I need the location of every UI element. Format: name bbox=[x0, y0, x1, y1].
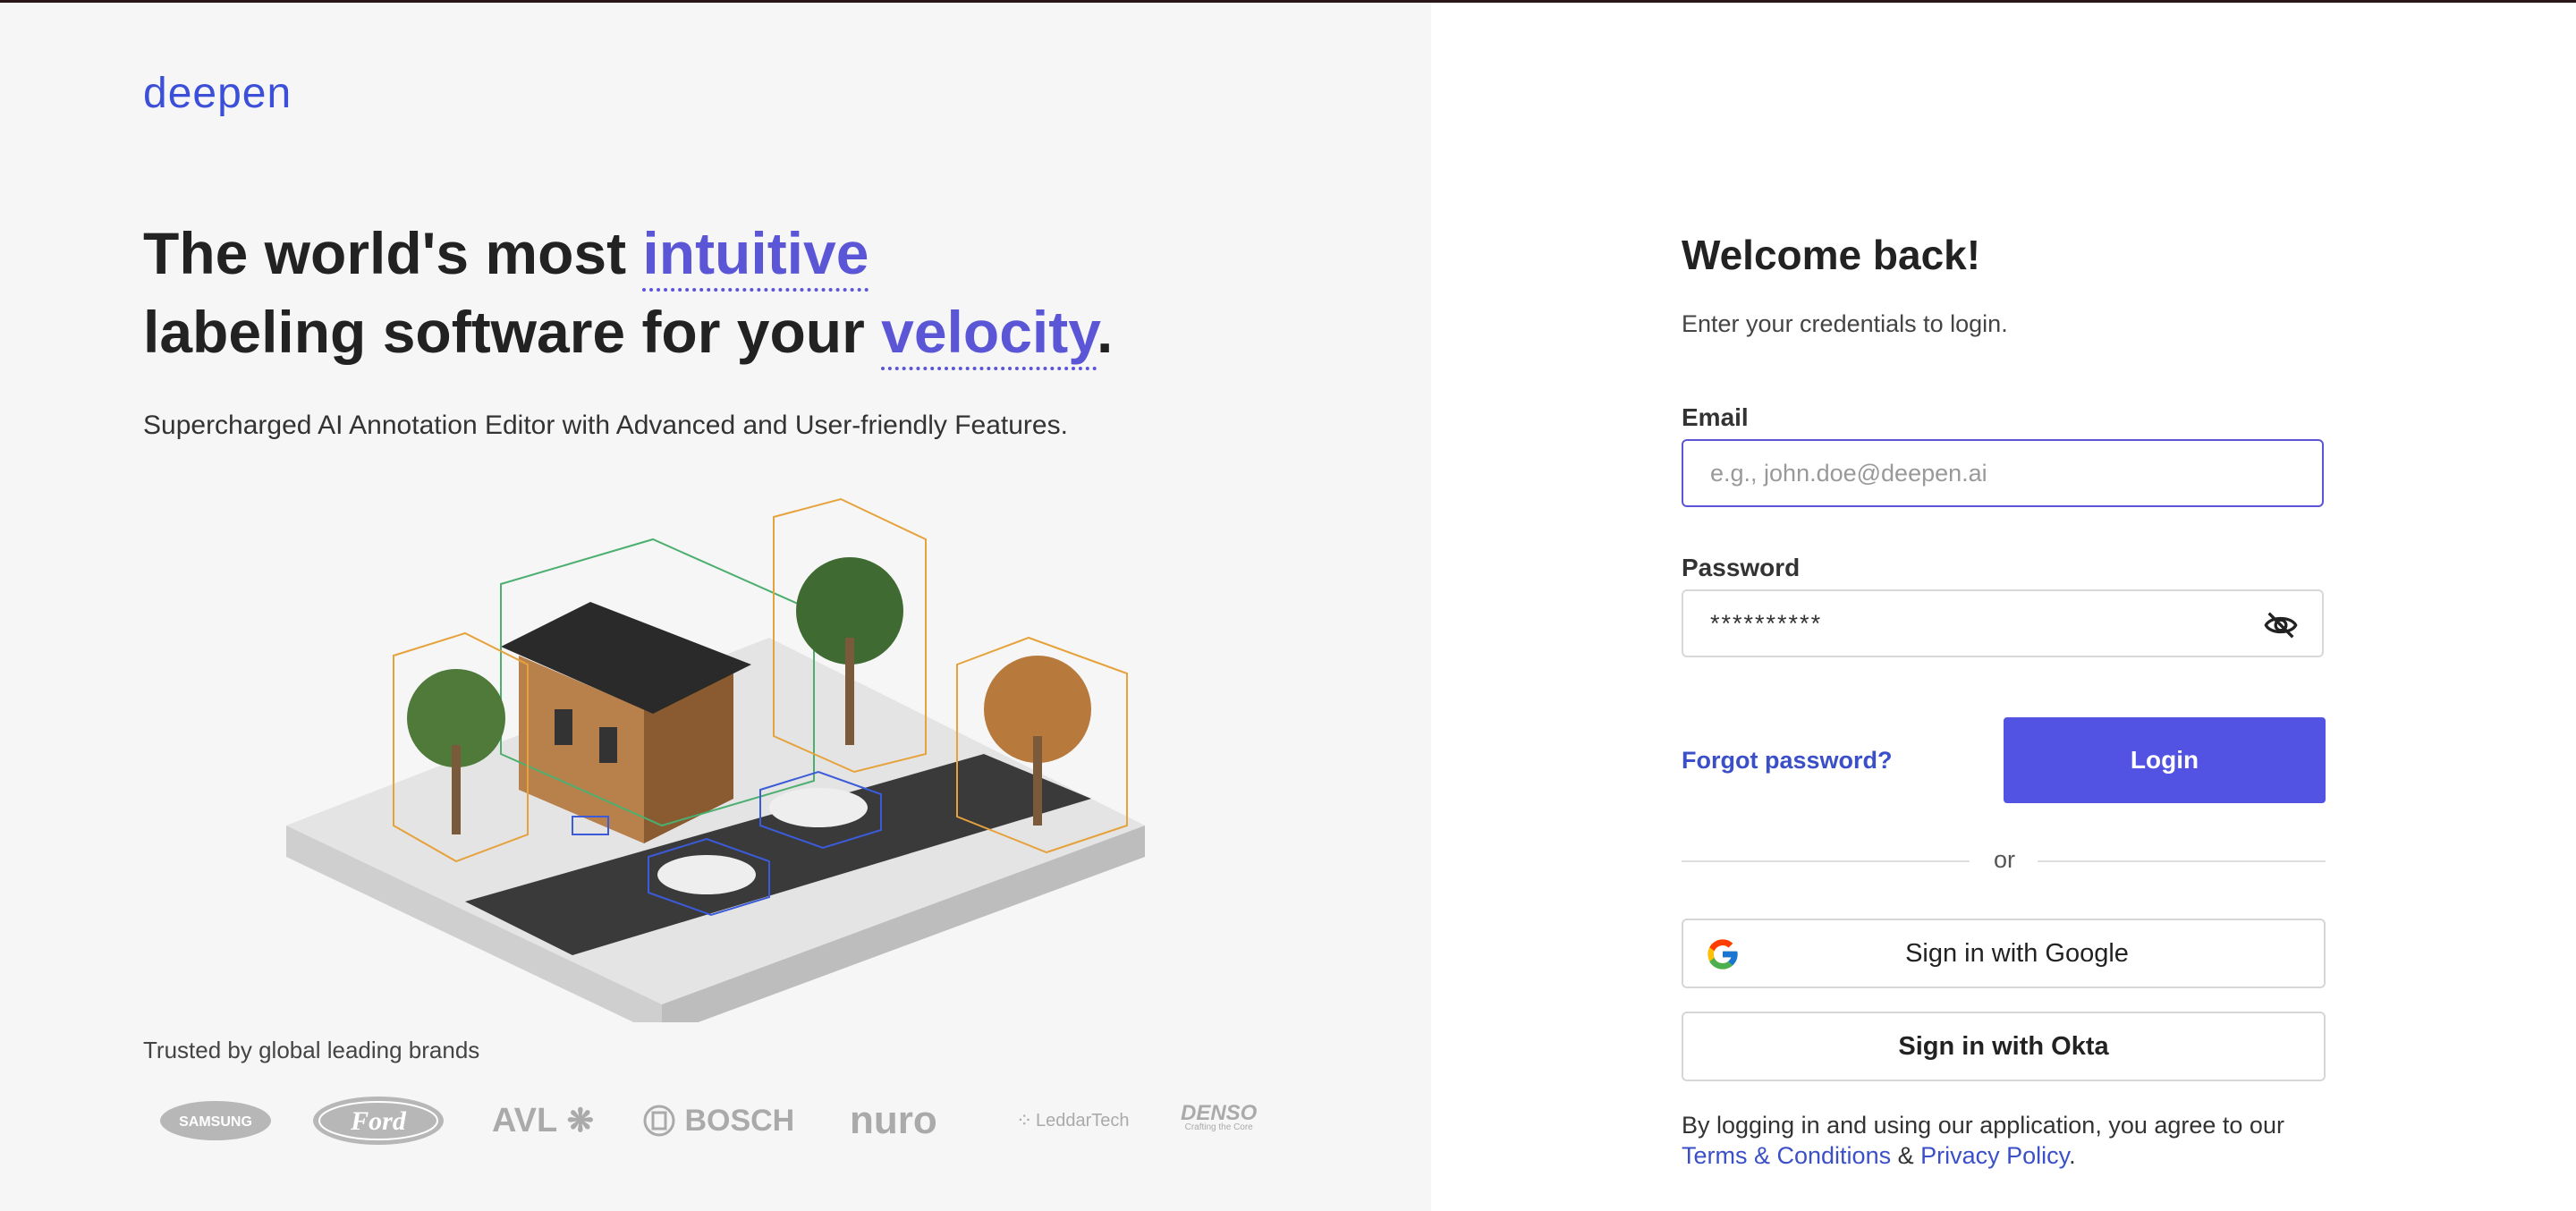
sign-in-google-button[interactable]: Sign in with Google bbox=[1682, 919, 2326, 988]
nuro-logo: nuro bbox=[850, 1098, 937, 1142]
login-title: Welcome back! bbox=[1682, 232, 1981, 278]
login-panel: Welcome back! Enter your credentials to … bbox=[1431, 3, 2576, 1211]
login-instructions: Enter your credentials to login. bbox=[1682, 310, 2008, 337]
google-icon bbox=[1707, 939, 1738, 970]
eye-off-icon[interactable] bbox=[2263, 607, 2299, 643]
marketing-panel: deepen The world's most intuitive labeli… bbox=[0, 3, 1431, 1211]
headline-text-1: The world's most bbox=[143, 220, 643, 286]
email-input[interactable] bbox=[1682, 439, 2324, 507]
avl-logo: AVL ❋ bbox=[492, 1101, 594, 1139]
agree-text: By logging in and using our application,… bbox=[1682, 1112, 2284, 1139]
leddartech-dots-icon: ⁘ bbox=[1016, 1109, 1032, 1131]
agree-amp: & bbox=[1891, 1142, 1921, 1169]
deepen-logo[interactable]: deepen bbox=[143, 69, 292, 118]
svg-text:Ford: Ford bbox=[350, 1106, 407, 1136]
password-input[interactable] bbox=[1682, 589, 2324, 657]
divider-left bbox=[1682, 860, 1970, 862]
car-1 bbox=[657, 855, 756, 894]
hero-headline: The world's most intuitive labeling soft… bbox=[143, 214, 1306, 371]
email-label: Email bbox=[1682, 403, 1749, 431]
samsung-logo: SAMSUNG bbox=[159, 1085, 272, 1156]
or-divider-text: or bbox=[1993, 846, 2015, 873]
headline-text-2: labeling software for your bbox=[143, 299, 882, 365]
google-button-label: Sign in with Google bbox=[1905, 938, 2129, 968]
headline-highlight-intuitive: intuitive bbox=[642, 220, 869, 292]
terms-agreement: By logging in and using our application,… bbox=[1682, 1110, 2326, 1171]
avl-symbol-icon: ❋ bbox=[566, 1102, 594, 1139]
house-window bbox=[555, 709, 572, 745]
privacy-link[interactable]: Privacy Policy bbox=[1920, 1142, 2069, 1169]
bosch-armature-icon bbox=[643, 1105, 675, 1137]
house-window bbox=[599, 727, 617, 763]
trusted-brands-label: Trusted by global leading brands bbox=[143, 1037, 480, 1063]
sign-in-okta-button[interactable]: Sign in with Okta bbox=[1682, 1012, 2326, 1081]
headline-highlight-velocity: velocity bbox=[881, 299, 1097, 370]
ford-logo: Ford bbox=[311, 1085, 445, 1156]
forgot-password-link[interactable]: Forgot password? bbox=[1682, 747, 1893, 775]
divider-right bbox=[2038, 860, 2326, 862]
3d-annotation-illustration bbox=[286, 497, 1145, 1022]
login-button[interactable]: Login bbox=[2004, 717, 2326, 803]
svg-text:SAMSUNG: SAMSUNG bbox=[179, 1114, 252, 1130]
leddartech-logo: ⁘ LeddarTech bbox=[1016, 1109, 1130, 1131]
denso-logo: DENSO Crafting the Core bbox=[1181, 1101, 1258, 1133]
bosch-logo: BOSCH bbox=[642, 1085, 794, 1156]
hero-subtitle: Supercharged AI Annotation Editor with A… bbox=[143, 411, 1068, 440]
agree-period: . bbox=[2069, 1142, 2076, 1169]
headline-period: . bbox=[1097, 299, 1114, 365]
terms-link[interactable]: Terms & Conditions bbox=[1682, 1142, 1891, 1169]
brand-logos-row: SAMSUNG Ford AVL ❋ BOSCH nuro ⁘ LeddarTe… bbox=[152, 1085, 1270, 1156]
car-2 bbox=[769, 788, 868, 827]
password-label: Password bbox=[1682, 554, 1801, 581]
